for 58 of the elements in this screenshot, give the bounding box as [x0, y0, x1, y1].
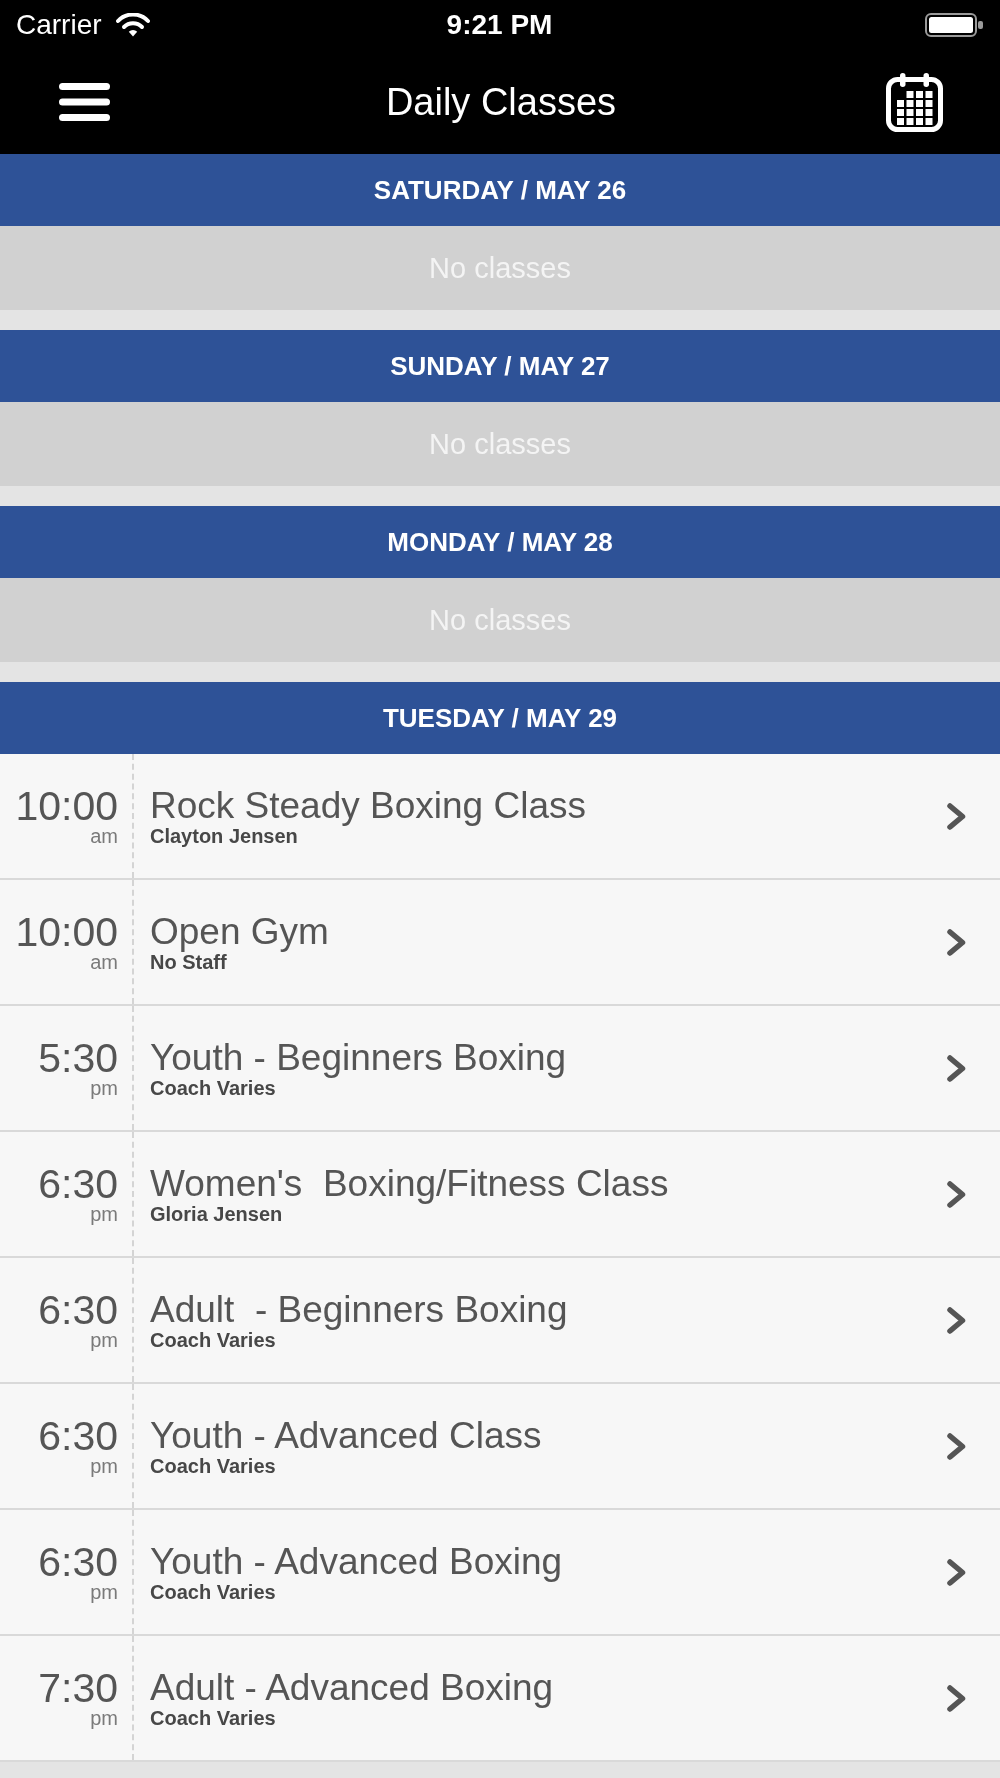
instructor-name: Gloria Jensen	[150, 1203, 283, 1225]
class-row[interactable]: 6:30 pm Youth - Advanced Class Coach Varies	[0, 1384, 1000, 1510]
start-time: 6:30	[38, 1416, 118, 1456]
class-row[interactable]: 6:30 pm Women's Boxing/Fitness Class Gloria Jensen	[0, 1132, 1000, 1258]
instructor-name: No Staff	[150, 951, 227, 973]
chevron-icon	[947, 1054, 966, 1082]
time-period: pm	[90, 1456, 118, 1476]
menu-icon[interactable]	[59, 83, 110, 121]
start-time: 6:30	[38, 1164, 118, 1204]
class-row[interactable]: 10:00 am Open Gym No Staff	[0, 880, 1000, 1006]
chevron-icon	[947, 928, 966, 956]
time-period: pm	[90, 1708, 118, 1728]
chevron-icon	[947, 1684, 966, 1712]
day-header: MONDAY / MAY 28	[0, 506, 1000, 578]
battery-icon	[925, 13, 983, 37]
time-period: pm	[90, 1582, 118, 1602]
time-period: pm	[90, 1330, 118, 1350]
start-time: 7:30	[38, 1668, 118, 1708]
chevron-icon	[947, 802, 966, 830]
chevron-icon	[947, 1432, 966, 1460]
chevron-icon	[947, 1180, 966, 1208]
status-time: 9:21 PM	[446, 9, 553, 41]
class-title: Youth - Advanced Boxing	[150, 1543, 563, 1581]
class-title: Women's Boxing/Fitness Class	[150, 1165, 669, 1203]
class-title: Youth - Advanced Class	[150, 1417, 542, 1455]
class-row[interactable]: 5:30 pm Youth - Beginners Boxing Coach Varies	[0, 1006, 1000, 1132]
class-row[interactable]: 6:30 pm Youth - Advanced Boxing Coach Varies	[0, 1510, 1000, 1636]
start-time: 10:00	[15, 786, 118, 826]
calendar-icon[interactable]	[886, 72, 943, 132]
class-title: Rock Steady Boxing Class	[150, 787, 586, 825]
class-title: Adult - Beginners Boxing	[150, 1291, 568, 1329]
class-title: Youth - Beginners Boxing	[150, 1039, 567, 1077]
class-row[interactable]: 10:00 am Rock Steady Boxing Class Clayton Jensen	[0, 754, 1000, 880]
instructor-name: Clayton Jensen	[150, 825, 298, 847]
class-row[interactable]: 6:30 pm Adult - Beginners Boxing Coach Varies	[0, 1258, 1000, 1384]
chevron-icon	[947, 1558, 966, 1586]
wifi-icon	[115, 13, 150, 37]
class-title: Adult - Advanced Boxing	[150, 1669, 554, 1707]
carrier-name: Carrier	[16, 9, 102, 41]
class-row[interactable]: 7:30 pm Adult - Advanced Boxing Coach Varies	[0, 1636, 1000, 1762]
start-time: 10:00	[15, 912, 118, 952]
instructor-name: Coach Varies	[150, 1077, 276, 1099]
start-time: 5:30	[38, 1038, 118, 1078]
page-title: Daily Classes	[385, 80, 617, 124]
time-period: am	[90, 826, 118, 846]
time-period: am	[90, 952, 118, 972]
day-header: TUESDAY / MAY 29	[0, 682, 1000, 754]
start-time: 6:30	[38, 1290, 118, 1330]
chevron-icon	[947, 1306, 966, 1334]
day-header: SUNDAY / MAY 27	[0, 330, 1000, 402]
instructor-name: Coach Varies	[150, 1581, 276, 1603]
time-period: pm	[90, 1204, 118, 1224]
instructor-name: Coach Varies	[150, 1455, 276, 1477]
instructor-name: Coach Varies	[150, 1329, 276, 1351]
instructor-name: Coach Varies	[150, 1707, 276, 1729]
time-period: pm	[90, 1078, 118, 1098]
start-time: 6:30	[38, 1542, 118, 1582]
day-header: SATURDAY / MAY 26	[0, 154, 1000, 226]
